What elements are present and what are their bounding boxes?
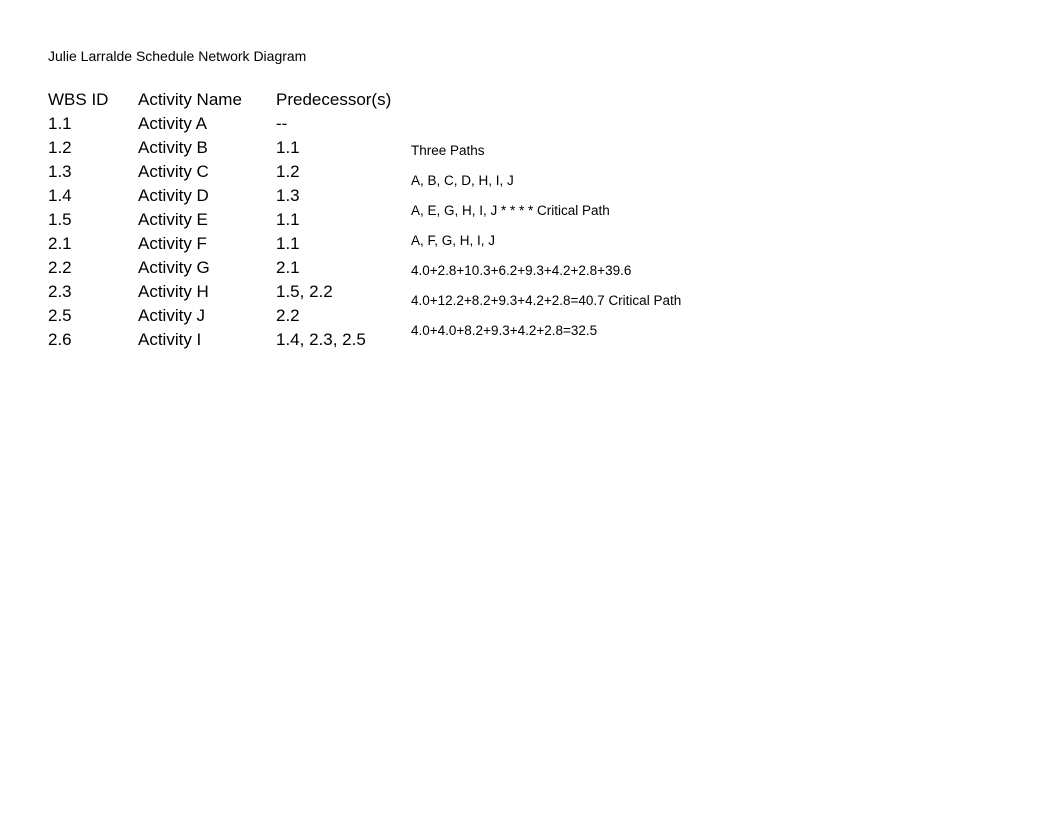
path-line-critical: A, E, G, H, I, J * * * * Critical Path [411,196,681,226]
cell-predecessor: 2.2 [276,304,391,328]
cell-wbs: 1.4 [48,184,120,208]
paths-section: Three Paths A, B, C, D, H, I, J A, E, G,… [411,88,681,352]
cell-wbs: 2.6 [48,328,120,352]
cell-name: Activity J [138,304,258,328]
cell-predecessor: 1.1 [276,136,391,160]
cell-wbs: 1.2 [48,136,120,160]
header-predecessor: Predecessor(s) [276,88,391,112]
cell-wbs: 1.3 [48,160,120,184]
cell-name: Activity E [138,208,258,232]
page-title: Julie Larralde Schedule Network Diagram [48,48,1014,64]
cell-predecessor: 1.5, 2.2 [276,280,391,304]
cell-name: Activity C [138,160,258,184]
cell-name: Activity D [138,184,258,208]
cell-predecessor: -- [276,112,391,136]
cell-predecessor: 1.3 [276,184,391,208]
cell-wbs: 1.1 [48,112,120,136]
path-calc: 4.0+4.0+8.2+9.3+4.2+2.8=32.5 [411,316,681,346]
cell-name: Activity H [138,280,258,304]
cell-wbs: 2.2 [48,256,120,280]
column-wbs: WBS ID 1.1 1.2 1.3 1.4 1.5 2.1 2.2 2.3 2… [48,88,120,352]
cell-wbs: 2.1 [48,232,120,256]
cell-predecessor: 1.4, 2.3, 2.5 [276,328,391,352]
cell-wbs: 2.5 [48,304,120,328]
cell-wbs: 2.3 [48,280,120,304]
path-calc-critical: 4.0+12.2+8.2+9.3+4.2+2.8=40.7 Critical P… [411,286,681,316]
activity-table: WBS ID 1.1 1.2 1.3 1.4 1.5 2.1 2.2 2.3 2… [48,88,391,352]
cell-predecessor: 1.1 [276,232,391,256]
cell-predecessor: 1.1 [276,208,391,232]
header-wbs: WBS ID [48,88,120,112]
path-line: A, F, G, H, I, J [411,226,681,256]
content-area: WBS ID 1.1 1.2 1.3 1.4 1.5 2.1 2.2 2.3 2… [48,88,1014,352]
cell-wbs: 1.5 [48,208,120,232]
paths-heading: Three Paths [411,136,681,166]
cell-name: Activity I [138,328,258,352]
header-name: Activity Name [138,88,258,112]
cell-name: Activity F [138,232,258,256]
cell-predecessor: 1.2 [276,160,391,184]
path-calc: 4.0+2.8+10.3+6.2+9.3+4.2+2.8+39.6 [411,256,681,286]
path-line: A, B, C, D, H, I, J [411,166,681,196]
column-name: Activity Name Activity A Activity B Acti… [138,88,258,352]
cell-name: Activity G [138,256,258,280]
cell-predecessor: 2.1 [276,256,391,280]
column-predecessor: Predecessor(s) -- 1.1 1.2 1.3 1.1 1.1 2.… [276,88,391,352]
cell-name: Activity A [138,112,258,136]
cell-name: Activity B [138,136,258,160]
